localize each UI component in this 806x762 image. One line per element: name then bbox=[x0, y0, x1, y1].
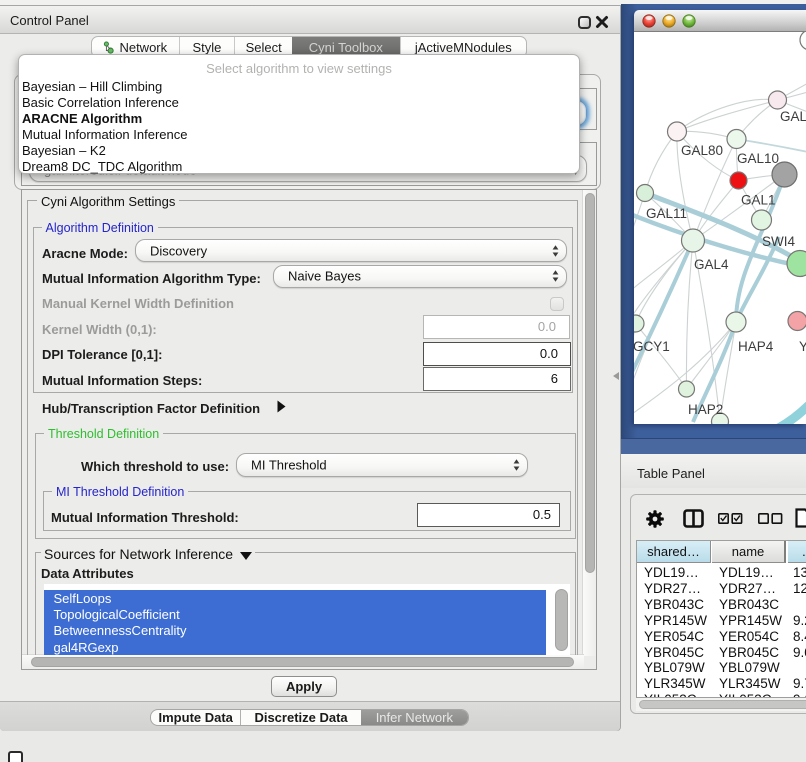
svg-text:GAL4: GAL4 bbox=[694, 257, 729, 272]
svg-text:SWI4: SWI4 bbox=[762, 234, 795, 249]
svg-text:GAL80: GAL80 bbox=[681, 143, 723, 158]
svg-text:GAL1: GAL1 bbox=[741, 192, 776, 207]
svg-text:GAL7: GAL7 bbox=[780, 109, 806, 124]
svg-text:GCY1: GCY1 bbox=[634, 339, 670, 354]
svg-text:HAP2: HAP2 bbox=[688, 402, 723, 417]
svg-text:GAL10: GAL10 bbox=[737, 151, 779, 166]
svg-text:GAL11: GAL11 bbox=[646, 206, 687, 221]
svg-text:YDR: YDR bbox=[799, 339, 806, 354]
svg-text:HAP4: HAP4 bbox=[738, 339, 774, 354]
